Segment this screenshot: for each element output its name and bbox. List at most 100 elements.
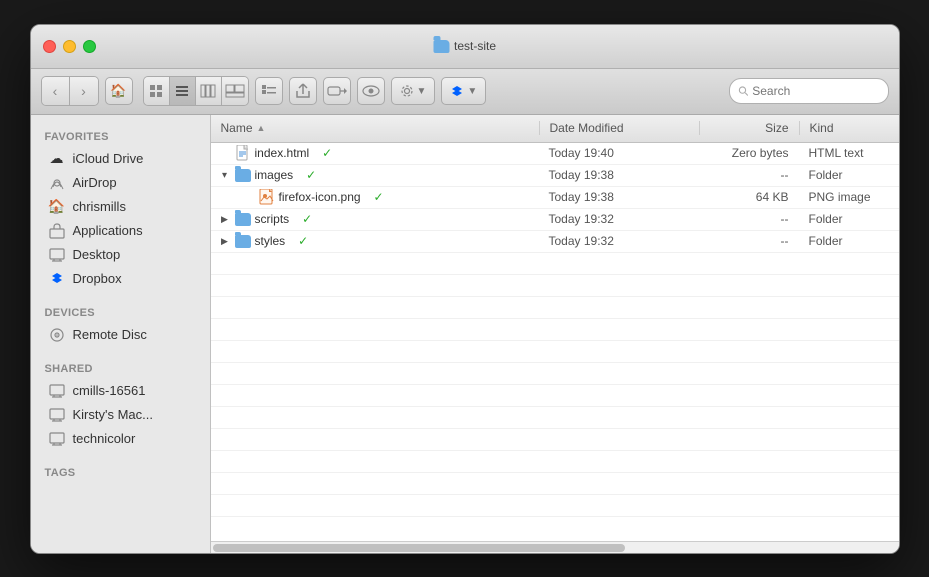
kirstys-mac-label: Kirsty's Mac... (73, 407, 154, 422)
file-name-cell: firefox-icon.png ✓ (211, 190, 539, 204)
disclosure-triangle (219, 147, 231, 159)
close-button[interactable] (43, 40, 56, 53)
desktop-label: Desktop (73, 247, 121, 262)
sidebar-item-technicolor[interactable]: technicolor (35, 427, 206, 451)
file-size: Zero bytes (699, 146, 799, 160)
file-date: Today 19:32 (539, 212, 699, 226)
folder-icon (235, 212, 251, 226)
file-kind: HTML text (799, 146, 899, 160)
share-button[interactable] (289, 77, 317, 105)
status-icon: ✓ (317, 146, 337, 160)
cover-flow-view-button[interactable] (222, 77, 248, 105)
body: Favorites ☁ iCloud Drive AirDrop 🏠 chris… (31, 115, 899, 553)
file-size: 64 KB (699, 190, 799, 204)
minimize-button[interactable] (63, 40, 76, 53)
chrismills-icon: 🏠 (49, 199, 65, 215)
dropbox-button[interactable]: ▼ (441, 77, 486, 105)
favorites-header: Favorites (31, 123, 210, 147)
file-date: Today 19:38 (539, 190, 699, 204)
cmills-label: cmills-16561 (73, 383, 146, 398)
dropbox-label: Dropbox (73, 271, 122, 286)
sort-indicator: ▲ (257, 123, 266, 133)
date-column-header[interactable]: Date Modified (539, 121, 699, 135)
empty-row (211, 407, 899, 429)
nav-buttons: ‹ › (41, 76, 99, 106)
file-size: -- (699, 212, 799, 226)
kirstys-mac-icon (49, 407, 65, 423)
disclosure-triangle (243, 191, 255, 203)
sidebar-item-chrismills[interactable]: 🏠 chrismills (35, 195, 206, 219)
icloud-drive-icon: ☁ (49, 151, 65, 167)
forward-button[interactable]: › (70, 77, 98, 105)
table-row[interactable]: ▾ images ✓ Today 19:38 -- Folder (211, 165, 899, 187)
disclosure-triangle[interactable]: ▶ (219, 213, 231, 225)
back-button[interactable]: ‹ (42, 77, 70, 105)
file-kind: Folder (799, 234, 899, 248)
sidebar-item-icloud-drive[interactable]: ☁ iCloud Drive (35, 147, 206, 171)
table-row[interactable]: ▶ styles ✓ Today 19:32 -- Folder (211, 231, 899, 253)
airdrop-icon (49, 175, 65, 191)
sidebar-item-remote-disc[interactable]: Remote Disc (35, 323, 206, 347)
remote-disc-icon (49, 327, 65, 343)
status-icon: ✓ (369, 190, 389, 204)
disclosure-triangle[interactable]: ▶ (219, 235, 231, 247)
remote-disc-label: Remote Disc (73, 327, 147, 342)
applications-label: Applications (73, 223, 143, 238)
status-icon: ✓ (297, 212, 317, 226)
disclosure-triangle[interactable]: ▾ (219, 169, 231, 181)
file-size: -- (699, 168, 799, 182)
shared-header: Shared (31, 355, 210, 379)
empty-row (211, 275, 899, 297)
file-kind: Folder (799, 168, 899, 182)
size-column-header[interactable]: Size (699, 121, 799, 135)
file-size: -- (699, 234, 799, 248)
home-button[interactable]: 🏠 (105, 77, 133, 105)
empty-row (211, 495, 899, 517)
name-column-header[interactable]: Name ▲ (211, 121, 539, 135)
table-row[interactable]: index.html ✓ Today 19:40 Zero bytes HTML… (211, 143, 899, 165)
sidebar-item-applications[interactable]: Applications (35, 219, 206, 243)
file-name-cell: ▶ styles ✓ (211, 234, 539, 248)
icon-view-button[interactable] (144, 77, 170, 105)
png-file-icon (259, 190, 275, 204)
table-row[interactable]: ▶ scripts ✓ Today 19:32 -- Folder (211, 209, 899, 231)
sidebar-item-kirstys-mac[interactable]: Kirsty's Mac... (35, 403, 206, 427)
maximize-button[interactable] (83, 40, 96, 53)
status-icon: ✓ (301, 168, 321, 182)
table-row[interactable]: firefox-icon.png ✓ Today 19:38 64 KB PNG… (211, 187, 899, 209)
arrange-button[interactable] (255, 77, 283, 105)
tag-button[interactable] (323, 77, 351, 105)
technicolor-icon (49, 431, 65, 447)
sidebar-item-airdrop[interactable]: AirDrop (35, 171, 206, 195)
column-view-button[interactable] (196, 77, 222, 105)
horizontal-scrollbar[interactable] (211, 541, 899, 553)
kind-column-header[interactable]: Kind (799, 121, 899, 135)
search-input[interactable] (752, 84, 879, 98)
sidebar: Favorites ☁ iCloud Drive AirDrop 🏠 chris… (31, 115, 211, 553)
main-content: Name ▲ Date Modified Size Kind (211, 115, 899, 553)
title-text: test-site (454, 39, 496, 53)
file-name: styles (255, 234, 286, 248)
desktop-icon (49, 247, 65, 263)
file-list: index.html ✓ Today 19:40 Zero bytes HTML… (211, 143, 899, 541)
airdrop-label: AirDrop (73, 175, 117, 190)
sidebar-item-desktop[interactable]: Desktop (35, 243, 206, 267)
file-date: Today 19:32 (539, 234, 699, 248)
empty-row (211, 297, 899, 319)
devices-header: Devices (31, 299, 210, 323)
file-date: Today 19:38 (539, 168, 699, 182)
search-box[interactable] (729, 78, 889, 104)
sidebar-item-cmills-16561[interactable]: cmills-16561 (35, 379, 206, 403)
action-button[interactable]: ▼ (391, 77, 436, 105)
empty-row (211, 429, 899, 451)
empty-row (211, 451, 899, 473)
list-view-button[interactable] (170, 77, 196, 105)
file-name-cell: ▾ images ✓ (211, 168, 539, 182)
titlebar: test-site (31, 25, 899, 69)
sidebar-item-dropbox[interactable]: Dropbox (35, 267, 206, 291)
eye-button[interactable] (357, 77, 385, 105)
scrollbar-thumb[interactable] (213, 544, 626, 552)
window-title: test-site (433, 39, 496, 53)
file-name-cell: ▶ scripts ✓ (211, 212, 539, 226)
technicolor-label: technicolor (73, 431, 136, 446)
